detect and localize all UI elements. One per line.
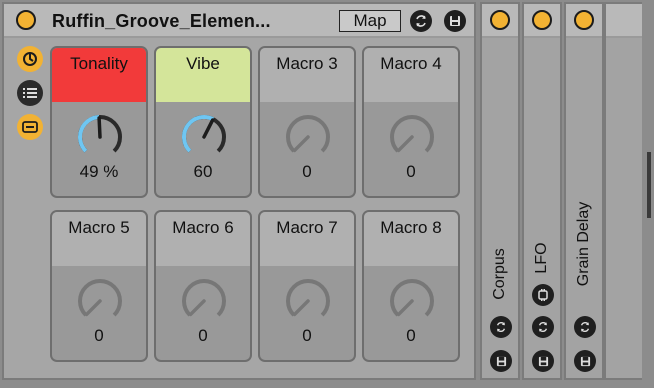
macro-value: 0: [302, 162, 312, 181]
macro-value: 60: [193, 162, 213, 181]
device-lfo: LFO: [522, 2, 562, 380]
knob-needle: [396, 299, 414, 317]
macro-label[interactable]: Macro 3: [260, 48, 354, 102]
knob-needle: [292, 299, 310, 317]
save-preset-icon[interactable]: [444, 10, 466, 32]
map-button[interactable]: Map: [339, 10, 401, 32]
macro-label[interactable]: Macro 7: [260, 212, 354, 266]
macro-value: 0: [302, 326, 312, 345]
macro-label[interactable]: Macro 5: [52, 212, 146, 266]
rack-power-icon[interactable]: [17, 46, 43, 72]
device-header: [566, 4, 602, 38]
macro-body: 0: [364, 266, 458, 360]
macro-5[interactable]: Macro 5 0: [50, 210, 148, 362]
rack-power-button[interactable]: [16, 10, 36, 30]
macro-7[interactable]: Macro 7 0: [258, 210, 356, 362]
device-corpus: Corpus: [480, 2, 520, 380]
device-name[interactable]: LFO: [533, 242, 551, 273]
chain-list-icon[interactable]: [17, 80, 43, 106]
macro-1[interactable]: Tonality 49 %: [50, 46, 148, 198]
macro-4[interactable]: Macro 4 0: [362, 46, 460, 198]
device-grain-delay: Grain Delay: [564, 2, 604, 380]
macro-value: 0: [94, 326, 104, 345]
knob-track: [182, 279, 226, 317]
macro-value: 0: [198, 326, 208, 345]
macro-body: 0: [156, 266, 250, 360]
macro-value: 0: [406, 162, 416, 181]
macro-knob[interactable]: [387, 112, 437, 162]
hot-swap-icon[interactable]: [532, 316, 554, 338]
rack-title[interactable]: Ruffin_Groove_Elemen...: [52, 11, 271, 32]
macro-label[interactable]: Macro 8: [364, 212, 458, 266]
device-header: [482, 4, 518, 38]
knob-needle: [292, 135, 310, 153]
save-preset-icon[interactable]: [532, 350, 554, 372]
knob-track: [78, 279, 122, 317]
device-power-button[interactable]: [574, 10, 594, 30]
hot-swap-icon[interactable]: [574, 316, 596, 338]
macro-body: 60: [156, 102, 250, 196]
knob-needle: [396, 135, 414, 153]
knob-track: [390, 279, 434, 317]
macro-body: 0: [52, 266, 146, 360]
knob-needle: [97, 116, 102, 139]
device-header: [606, 4, 642, 38]
device-name[interactable]: Grain Delay: [575, 202, 593, 286]
hot-swap-icon[interactable]: [490, 316, 512, 338]
knob-track: [286, 115, 330, 153]
knob-value-arc: [182, 115, 214, 153]
macro-knob[interactable]: [75, 276, 125, 326]
device-power-button[interactable]: [490, 10, 510, 30]
knob-needle: [188, 299, 206, 317]
rack-header: Ruffin_Groove_Elemen... Map: [4, 4, 474, 38]
macro-body: 0: [364, 102, 458, 196]
macro-knob[interactable]: [179, 276, 229, 326]
knob-track: [286, 279, 330, 317]
device-header: [524, 4, 560, 38]
macro-knob[interactable]: [75, 112, 125, 162]
macro-toggle-icon[interactable]: [17, 114, 43, 140]
save-preset-icon[interactable]: [574, 350, 596, 372]
macro-value: 49 %: [79, 162, 119, 181]
macro-knob[interactable]: [283, 112, 333, 162]
knob-needle: [202, 118, 215, 139]
macro-knob[interactable]: [387, 276, 437, 326]
instrument-rack: Ruffin_Groove_Elemen... Map Tonality 49 …: [2, 2, 476, 380]
knob-value-arc: [78, 115, 100, 153]
scrollbar-thumb[interactable]: [647, 152, 651, 218]
macro-label[interactable]: Tonality: [52, 48, 146, 102]
macro-knob[interactable]: [283, 276, 333, 326]
macro-label[interactable]: Macro 4: [364, 48, 458, 102]
knob-track: [390, 115, 434, 153]
macro-8[interactable]: Macro 8 0: [362, 210, 460, 362]
macro-3[interactable]: Macro 3 0: [258, 46, 356, 198]
macro-body: 49 %: [52, 102, 146, 196]
macro-body: 0: [260, 266, 354, 360]
save-preset-icon[interactable]: [490, 350, 512, 372]
device-name[interactable]: Corpus: [491, 248, 509, 300]
macro-value: 0: [406, 326, 416, 345]
macro-label[interactable]: Macro 6: [156, 212, 250, 266]
device-chain-end: [604, 2, 642, 380]
macro-label[interactable]: Vibe: [156, 48, 250, 102]
macro-2[interactable]: Vibe 60: [154, 46, 252, 198]
knob-needle: [84, 299, 102, 317]
device-power-button[interactable]: [532, 10, 552, 30]
hot-swap-icon[interactable]: [410, 10, 432, 32]
macro-knob[interactable]: [179, 112, 229, 162]
macro-6[interactable]: Macro 6 0: [154, 210, 252, 362]
macro-body: 0: [260, 102, 354, 196]
plug-icon[interactable]: [532, 284, 554, 306]
